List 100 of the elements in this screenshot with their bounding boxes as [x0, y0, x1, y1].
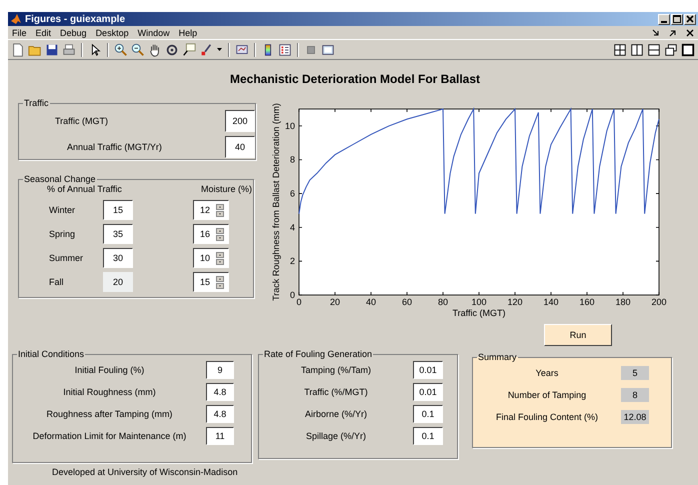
linked-plot-icon[interactable] [235, 42, 249, 56]
field-label: Annual Traffic (MGT/Yr) [66, 142, 163, 152]
season-label: Spring [48, 229, 76, 239]
close-icon[interactable] [686, 28, 694, 36]
menu-item[interactable]: Window [138, 28, 170, 38]
columns-layout-icon[interactable] [630, 42, 644, 56]
window-icon[interactable] [321, 42, 335, 56]
input-field[interactable]: 40 [225, 136, 255, 158]
up-arrow-icon[interactable] [216, 276, 224, 282]
y-tick-label: 6 [290, 188, 295, 199]
result-label: Final Fouling Content (%) [494, 412, 600, 422]
window-title: Figures - guiexample [25, 14, 126, 24]
dock-arrow-icon[interactable] [652, 28, 660, 36]
float-windows-icon[interactable] [664, 42, 678, 56]
panel-title: Initial Conditions [17, 349, 86, 359]
x-tick-label: 80 [438, 297, 448, 307]
season-label: Fall [48, 277, 65, 287]
menu-item[interactable]: Edit [36, 28, 52, 38]
run-button[interactable]: Run [544, 324, 612, 346]
up-arrow-icon[interactable] [216, 228, 224, 234]
y-tick-label: 10 [284, 120, 295, 131]
input-field[interactable]: 0.01 [413, 361, 443, 379]
result-label: Years [534, 368, 560, 378]
undock-arrow-icon[interactable] [669, 28, 677, 36]
menu-item[interactable]: File [12, 28, 27, 38]
x-tick-label: 200 [651, 297, 667, 307]
up-arrow-icon[interactable] [216, 204, 224, 210]
legend-icon[interactable] [278, 42, 292, 56]
column-header: Moisture (%) [200, 184, 252, 196]
x-tick-label: 40 [366, 297, 376, 307]
menu-item[interactable]: Help [178, 28, 198, 38]
column-header: % of Annual Traffic [46, 184, 123, 196]
input-field[interactable]: 9 [206, 361, 234, 379]
input-field[interactable]: 30 [103, 248, 133, 268]
season-label: Summer [48, 253, 84, 263]
maximize-button[interactable] [671, 14, 683, 24]
input-field[interactable]: 35 [103, 224, 133, 244]
x-tick-label: 100 [471, 297, 487, 307]
down-arrow-icon[interactable] [216, 210, 224, 216]
maximize-icon [673, 15, 681, 23]
input-field[interactable]: 4.8 [206, 405, 234, 423]
result-label: Number of Tamping [506, 390, 588, 400]
field-label: Roughness after Tamping (mm) [46, 409, 174, 419]
panel-title: Traffic [23, 98, 50, 108]
hand-icon[interactable] [148, 42, 162, 56]
spinner-field[interactable]: 12 [193, 200, 229, 220]
spinner-field[interactable]: 16 [193, 224, 229, 244]
x-tick-label: 120 [507, 297, 523, 307]
spinner-value[interactable]: 12 [194, 205, 216, 215]
figure-heading: Mechanistic Deterioration Model For Ballast [228, 72, 482, 86]
input-field[interactable]: 15 [103, 200, 133, 220]
result-value: 12.08 [621, 410, 649, 424]
zoom-in-icon[interactable] [114, 42, 128, 56]
close-button[interactable] [684, 14, 696, 24]
new-file-icon[interactable] [11, 42, 25, 56]
menu-item[interactable]: Desktop [96, 28, 129, 38]
y-axis-label: Track Roughness from Ballast Deterioration (mm) [271, 103, 281, 301]
brush-icon[interactable] [199, 42, 213, 56]
grid-layout-icon[interactable] [613, 42, 627, 56]
input-field[interactable]: 200 [225, 110, 255, 132]
x-tick-label: 160 [579, 297, 595, 307]
input-field[interactable]: 0.1 [413, 405, 443, 423]
y-tick-label: 2 [290, 256, 295, 266]
up-arrow-icon[interactable] [216, 252, 224, 258]
y-tick-label: 8 [290, 154, 295, 165]
spinner-field[interactable]: 10 [193, 248, 229, 268]
field-label: Deformation Limit for Maintenance (m) [32, 431, 188, 441]
spinner-value[interactable]: 10 [194, 253, 216, 263]
spinner-value[interactable]: 16 [194, 229, 216, 239]
input-field[interactable]: 11 [206, 427, 234, 445]
minimize-button[interactable] [658, 14, 670, 24]
input-field[interactable]: 0.01 [413, 383, 443, 401]
panel-title: Rate of Fouling Generation [263, 349, 374, 359]
field-label: Traffic (MGT) [54, 116, 109, 126]
field-label: Tamping (%/Tam) [300, 365, 372, 375]
caret-icon[interactable] [217, 48, 222, 52]
down-arrow-icon[interactable] [216, 258, 224, 264]
season-label: Winter [48, 205, 76, 215]
result-value: 5 [621, 366, 649, 380]
y-tick-label: 0 [290, 290, 295, 300]
x-tick-label: 140 [543, 297, 559, 307]
field-label: Spillage (%/Yr) [304, 431, 368, 441]
rotate-icon[interactable] [165, 42, 179, 56]
credit-text: Developed at University of Wisconsin-Madison [52, 467, 239, 477]
menu-item[interactable]: Debug [60, 28, 87, 38]
matlab-logo-icon [10, 13, 22, 25]
maximize-layout-icon[interactable] [681, 42, 695, 56]
input-field[interactable]: 4.8 [206, 383, 234, 401]
field-label: Initial Roughness (mm) [62, 387, 157, 397]
panel-title: Summary [477, 352, 518, 362]
input-field[interactable]: 0.1 [413, 427, 443, 445]
rows-layout-icon[interactable] [647, 42, 661, 56]
data-cursor-icon[interactable] [182, 42, 196, 56]
result-value: 8 [621, 388, 649, 402]
x-tick-label: 60 [402, 297, 412, 307]
down-arrow-icon[interactable] [216, 282, 224, 288]
zoom-out-icon[interactable] [131, 42, 145, 56]
printer-icon[interactable] [62, 42, 76, 56]
down-arrow-icon[interactable] [216, 234, 224, 240]
x-axis-label: Traffic (MGT) [452, 308, 506, 318]
